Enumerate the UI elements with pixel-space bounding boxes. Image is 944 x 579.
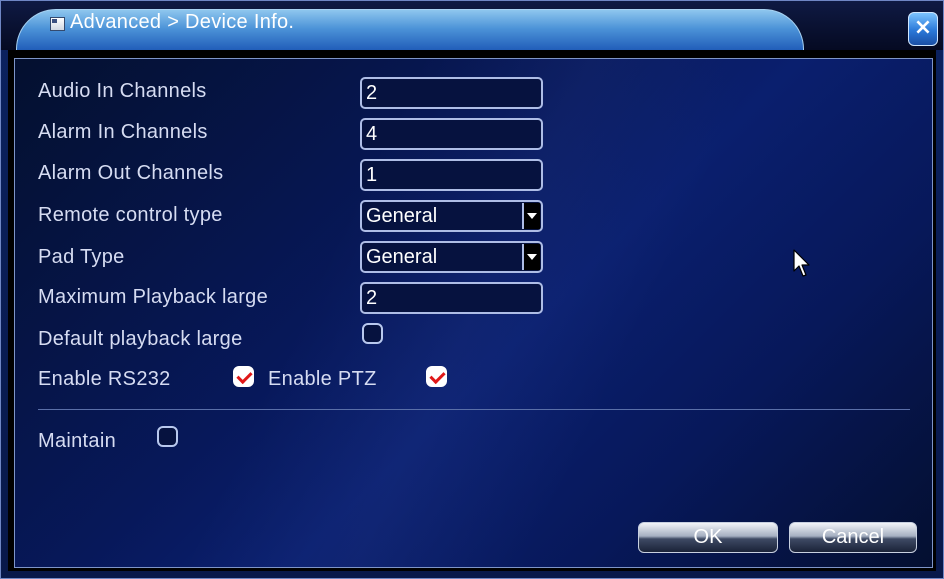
default-playback-large-label: Default playback large	[38, 328, 243, 350]
checkmark-icon	[429, 367, 446, 385]
alarm-in-channels-field[interactable]: 4	[360, 118, 543, 150]
mouse-pointer-icon	[793, 249, 810, 277]
audio-in-channels-label: Audio In Channels	[38, 80, 207, 102]
pad-type-label: Pad Type	[38, 246, 125, 268]
device-info-dialog: Advanced > Device Info. × Audio In Chann…	[0, 0, 944, 579]
maintain-checkbox[interactable]	[157, 426, 178, 447]
dialog-title: Advanced > Device Info.	[70, 11, 295, 33]
ok-button[interactable]: OK	[638, 522, 778, 553]
alarm-in-channels-label: Alarm In Channels	[38, 121, 208, 143]
chevron-down-icon[interactable]	[522, 203, 540, 229]
section-divider	[38, 409, 910, 410]
title-bar: Advanced > Device Info. ×	[0, 0, 944, 51]
checkmark-icon	[236, 367, 253, 385]
enable-rs232-label: Enable RS232	[38, 368, 171, 390]
enable-rs232-checkbox[interactable]	[233, 366, 254, 387]
pad-type-select[interactable]: General	[360, 241, 543, 273]
close-icon[interactable]: ×	[908, 12, 938, 46]
remote-control-type-label: Remote control type	[38, 204, 223, 226]
alarm-out-channels-field[interactable]: 1	[360, 159, 543, 191]
audio-in-channels-field[interactable]: 2	[360, 77, 543, 109]
chevron-down-icon[interactable]	[522, 244, 540, 270]
alarm-out-channels-label: Alarm Out Channels	[38, 162, 224, 184]
remote-control-type-select[interactable]: General	[360, 200, 543, 232]
maximum-playback-large-label: Maximum Playback large	[38, 286, 269, 308]
remote-control-type-value: General	[366, 205, 438, 227]
maximum-playback-large-field[interactable]: 2	[360, 282, 543, 314]
cancel-button[interactable]: Cancel	[789, 522, 917, 553]
folder-icon	[50, 17, 65, 31]
default-playback-large-checkbox[interactable]	[362, 323, 383, 344]
pad-type-value: General	[366, 246, 438, 268]
enable-ptz-checkbox[interactable]	[426, 366, 447, 387]
maintain-label: Maintain	[38, 430, 116, 452]
enable-ptz-label: Enable PTZ	[268, 368, 377, 390]
